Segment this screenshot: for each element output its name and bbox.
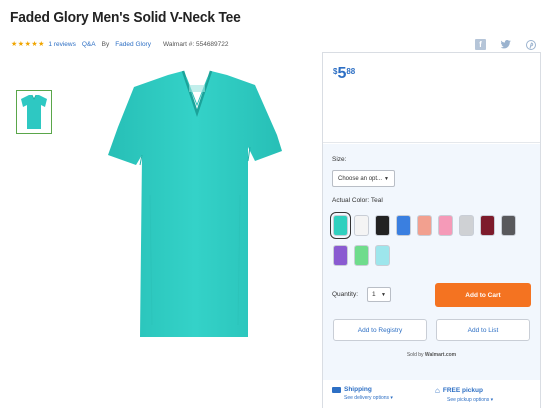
pinterest-icon[interactable] [525,39,536,50]
pickup-sub: See pickup options [447,397,490,403]
product-meta: ★ ★ ★ ★ ★ 1 reviews Q&A By Faded Glory W… [11,38,232,50]
product-title: Faded Glory Men's Solid V-Neck Tee [10,9,241,26]
by-label: By [101,40,110,48]
price-dollars: 5 [337,65,347,82]
shipping-label: Shipping [344,386,372,393]
size-select-value: Choose an opt... [338,175,383,182]
color-swatch[interactable] [333,245,348,266]
shipping-sub: See delivery options [344,395,390,401]
thumbnail-tee-image [21,94,47,129]
price-cents: 88 [346,67,356,76]
pickup-label: FREE pickup [442,387,483,394]
truck-icon [332,386,341,393]
reviews-link[interactable]: 1 reviews [48,41,75,48]
sold-by-label: Sold by [406,352,424,358]
size-select[interactable]: Choose an opt... ▼ [332,170,395,187]
product-thumbnail[interactable] [16,90,52,134]
qa-link[interactable]: Q&A [82,41,96,48]
store-icon: ⌂ [435,386,440,395]
color-swatch[interactable] [480,215,495,236]
walmart-number: Walmart #: 554689722 [162,40,229,48]
chevron-down-icon: ▼ [384,175,389,182]
star-icon: ★ [31,40,38,48]
rating-stars[interactable]: ★ ★ ★ ★ ★ [11,41,44,48]
twitter-icon[interactable] [500,39,511,50]
star-icon: ★ [24,40,31,48]
color-swatch[interactable] [459,215,474,236]
sold-by: Sold by Walmart.com [323,352,540,358]
color-swatch[interactable] [396,215,411,236]
price-section: $ 5 88 [323,53,540,143]
color-swatch[interactable] [438,215,453,236]
fulfillment-section: Shipping See delivery options ▾ ⌂ FREE p… [323,381,540,408]
quantity-label: Quantity: [332,291,359,298]
seller-name: Walmart.com [424,352,457,358]
color-swatches-row-2 [333,245,390,266]
chevron-down-icon: ▼ [381,291,386,298]
color-swatch[interactable] [417,215,432,236]
color-swatch[interactable] [354,245,369,266]
brand-link[interactable]: Faded Glory [115,41,151,48]
product-main-image [90,55,305,345]
share-bar: f [475,39,536,50]
color-label: Actual Color: [332,197,370,204]
star-icon: ★ [38,40,45,48]
color-value: Teal [370,197,383,204]
color-swatch[interactable] [330,212,351,239]
facebook-icon[interactable]: f [475,39,486,50]
size-label: Size: [332,156,347,163]
tee-shirt-image [108,70,282,337]
color-swatch[interactable] [375,215,390,236]
quantity-value: 1 [372,291,376,298]
shipping-option[interactable]: Shipping See delivery options ▾ [332,386,393,401]
add-to-cart-button[interactable]: Add to Cart [435,283,531,307]
add-to-registry-button[interactable]: Add to Registry [333,319,427,341]
star-icon: ★ [11,40,18,48]
add-to-list-button[interactable]: Add to List [436,319,530,341]
color-swatch[interactable] [354,215,369,236]
buy-box: $ 5 88 Size: Choose an opt... ▼ Actual C… [322,52,541,408]
color-swatch[interactable] [375,245,390,266]
price: $ 5 88 [333,66,355,82]
star-icon: ★ [17,40,25,48]
color-swatches-row-1 [330,212,516,239]
options-section: Size: Choose an opt... ▼ Actual Color: T… [323,144,540,380]
color-label-group: Actual Color: Teal [332,197,383,204]
quantity-select[interactable]: 1 ▼ [367,287,391,302]
pickup-option[interactable]: ⌂ FREE pickup See pickup options ▾ [435,386,493,403]
color-swatch[interactable] [501,215,516,236]
